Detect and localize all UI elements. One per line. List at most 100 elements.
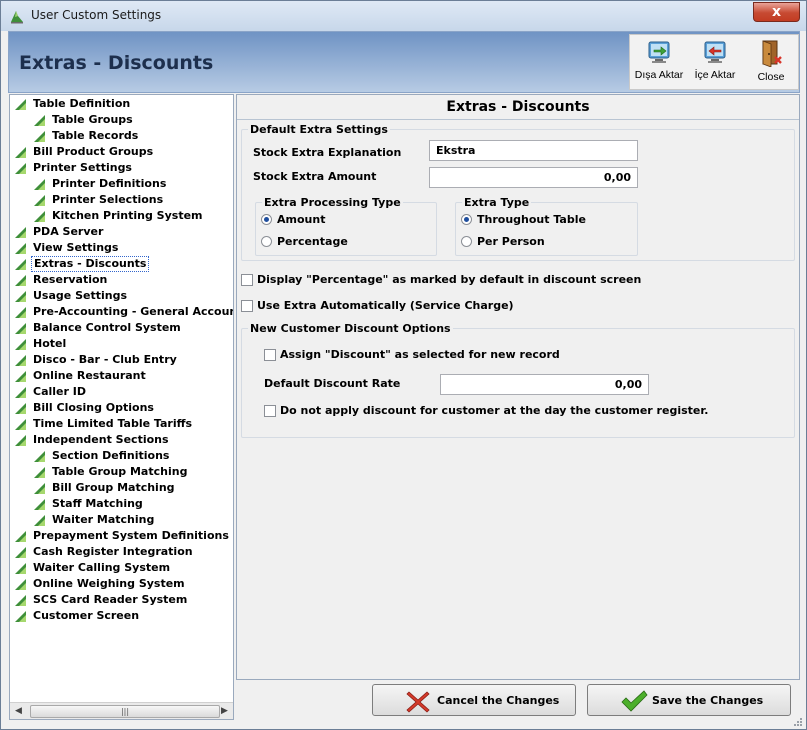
use-extra-automatically-box[interactable] — [241, 300, 253, 312]
tree-node-icon — [15, 547, 26, 558]
tree-node-icon — [15, 355, 26, 366]
tree-node-icon — [15, 323, 26, 334]
panel-title: Extras - Discounts — [446, 99, 590, 115]
radio-percentage-dot[interactable] — [261, 236, 272, 247]
tree-node-icon — [15, 419, 26, 430]
tree-item-label: Kitchen Printing System — [52, 209, 203, 222]
panel-title-divider — [237, 119, 799, 120]
tree-item-label: Balance Control System — [33, 321, 181, 334]
tree-item-label: Pre-Accounting - General Accountin — [33, 305, 234, 318]
cancel-changes-button[interactable]: Cancel the Changes — [372, 684, 576, 716]
scroll-right-icon[interactable]: ▶ — [216, 703, 233, 719]
tree-item-label: Independent Sections — [33, 433, 169, 446]
tree-item-label: Customer Screen — [33, 609, 140, 622]
tree-item-label: PDA Server — [33, 225, 104, 238]
resize-grip-icon[interactable] — [791, 715, 803, 727]
assign-discount-label: Assign "Discount" as selected for new re… — [280, 348, 560, 361]
extra-type-title: Extra Type — [462, 196, 532, 209]
use-extra-automatically-label: Use Extra Automatically (Service Charge) — [257, 299, 514, 312]
toolbar: Dışa Aktar İçe Aktar Close — [629, 34, 799, 90]
tree-item-label: Bill Group Matching — [52, 481, 175, 494]
stock-extra-amount-label: Stock Extra Amount — [253, 170, 377, 183]
stock-extra-explanation-label: Stock Extra Explanation — [253, 146, 402, 159]
tree-node-icon — [15, 563, 26, 574]
radio-throughout-table-dot[interactable] — [461, 214, 472, 225]
export-icon — [648, 41, 670, 63]
close-button[interactable]: Close — [744, 39, 798, 87]
button-bar: Cancel the Changes Save the Changes — [236, 681, 800, 721]
tree-item-label: Table Group Matching — [52, 465, 188, 478]
tree-item-label: Table Groups — [52, 113, 133, 126]
tree-item-label: Online Weighing System — [33, 577, 185, 590]
tree-node-icon — [15, 531, 26, 542]
save-changes-label: Save the Changes — [652, 694, 764, 707]
cancel-changes-label: Cancel the Changes — [437, 694, 560, 707]
tree-item-label: Printer Definitions — [52, 177, 167, 190]
scroll-thumb[interactable]: ||| — [30, 705, 220, 718]
tree-node-icon — [15, 99, 26, 110]
page-header: Extras - Discounts Dışa Aktar İçe Aktar … — [8, 31, 800, 93]
extra-processing-type-title: Extra Processing Type — [262, 196, 403, 209]
import-label: İçe Aktar — [694, 69, 736, 81]
tree-item-label: Section Definitions — [52, 449, 170, 462]
tree-node-icon — [34, 515, 45, 526]
import-button[interactable]: İçe Aktar — [688, 39, 742, 87]
tree-node-icon — [15, 163, 26, 174]
settings-tree[interactable]: Customer Screen SCS Card Reader System Onl… — [9, 94, 234, 720]
default-extra-settings-title: Default Extra Settings — [248, 123, 390, 136]
no-discount-register-day-box[interactable] — [264, 405, 276, 417]
default-discount-rate-input[interactable]: 0,00 — [440, 374, 649, 395]
tree-node-icon — [15, 243, 26, 254]
tree-node-icon — [34, 115, 45, 126]
tree-item-label: Cash Register Integration — [33, 545, 193, 558]
stock-extra-explanation-input[interactable]: Ekstra — [429, 140, 638, 161]
settings-panel: Extras - Discounts Default Extra Setting… — [236, 94, 800, 680]
tree-item-label: Waiter Calling System — [33, 561, 171, 574]
tree-node-icon — [15, 291, 26, 302]
tree-horizontal-scrollbar[interactable]: ◀ ||| ▶ — [10, 702, 233, 719]
assign-discount-box[interactable] — [264, 349, 276, 361]
display-percentage-box[interactable] — [241, 274, 253, 286]
new-customer-discount-title: New Customer Discount Options — [248, 322, 453, 335]
scroll-left-icon[interactable]: ◀ — [10, 703, 27, 719]
tree-item-label: Printer Selections — [52, 193, 164, 206]
stock-extra-amount-input[interactable]: 0,00 — [429, 167, 638, 188]
tree-node-icon — [15, 371, 26, 382]
tree-item-label: Prepayment System Definitions — [33, 529, 229, 542]
export-button[interactable]: Dışa Aktar — [632, 39, 686, 87]
tree-node-icon — [15, 403, 26, 414]
close-door-icon — [762, 40, 782, 67]
tree-item-label: Staff Matching — [52, 497, 143, 510]
radio-amount-label: Amount — [277, 213, 326, 226]
window-close-button[interactable]: x — [753, 2, 800, 22]
radio-per-person-dot[interactable] — [461, 236, 472, 247]
tree-item-label: Usage Settings — [33, 289, 127, 302]
tree-item-label: Table Records — [52, 129, 139, 142]
tree-node-icon — [34, 179, 45, 190]
tree-node-icon — [34, 451, 45, 462]
tree-item-label: Reservation — [33, 273, 108, 286]
tree-item-label: Online Restaurant — [33, 369, 146, 382]
close-label: Close — [757, 71, 785, 83]
app-logo-icon — [11, 11, 23, 24]
save-changes-button[interactable]: Save the Changes — [587, 684, 791, 716]
default-discount-rate-label: Default Discount Rate — [264, 377, 401, 390]
tree-item-label: Waiter Matching — [52, 513, 155, 526]
tree-node-icon — [15, 339, 26, 350]
radio-percentage-label: Percentage — [277, 235, 348, 248]
tree-node-icon — [15, 307, 26, 318]
radio-amount-dot[interactable] — [261, 214, 272, 225]
tree-node-icon — [15, 579, 26, 590]
tree-item-label: Hotel — [33, 337, 67, 350]
window-title: User Custom Settings — [31, 8, 162, 22]
tree-item-label: Printer Settings — [33, 161, 132, 174]
title-bar[interactable]: User Custom Settings x — [1, 1, 806, 31]
tree-item-label: Disco - Bar - Club Entry — [33, 353, 177, 366]
tree-item-label: Bill Product Groups — [33, 145, 154, 158]
tree-node-icon — [15, 387, 26, 398]
save-checkmark-icon — [621, 690, 648, 712]
tree-node-icon — [34, 467, 45, 478]
tree-node-icon — [15, 611, 26, 622]
tree-item-label: SCS Card Reader System — [33, 593, 188, 606]
cancel-x-icon — [406, 691, 430, 713]
